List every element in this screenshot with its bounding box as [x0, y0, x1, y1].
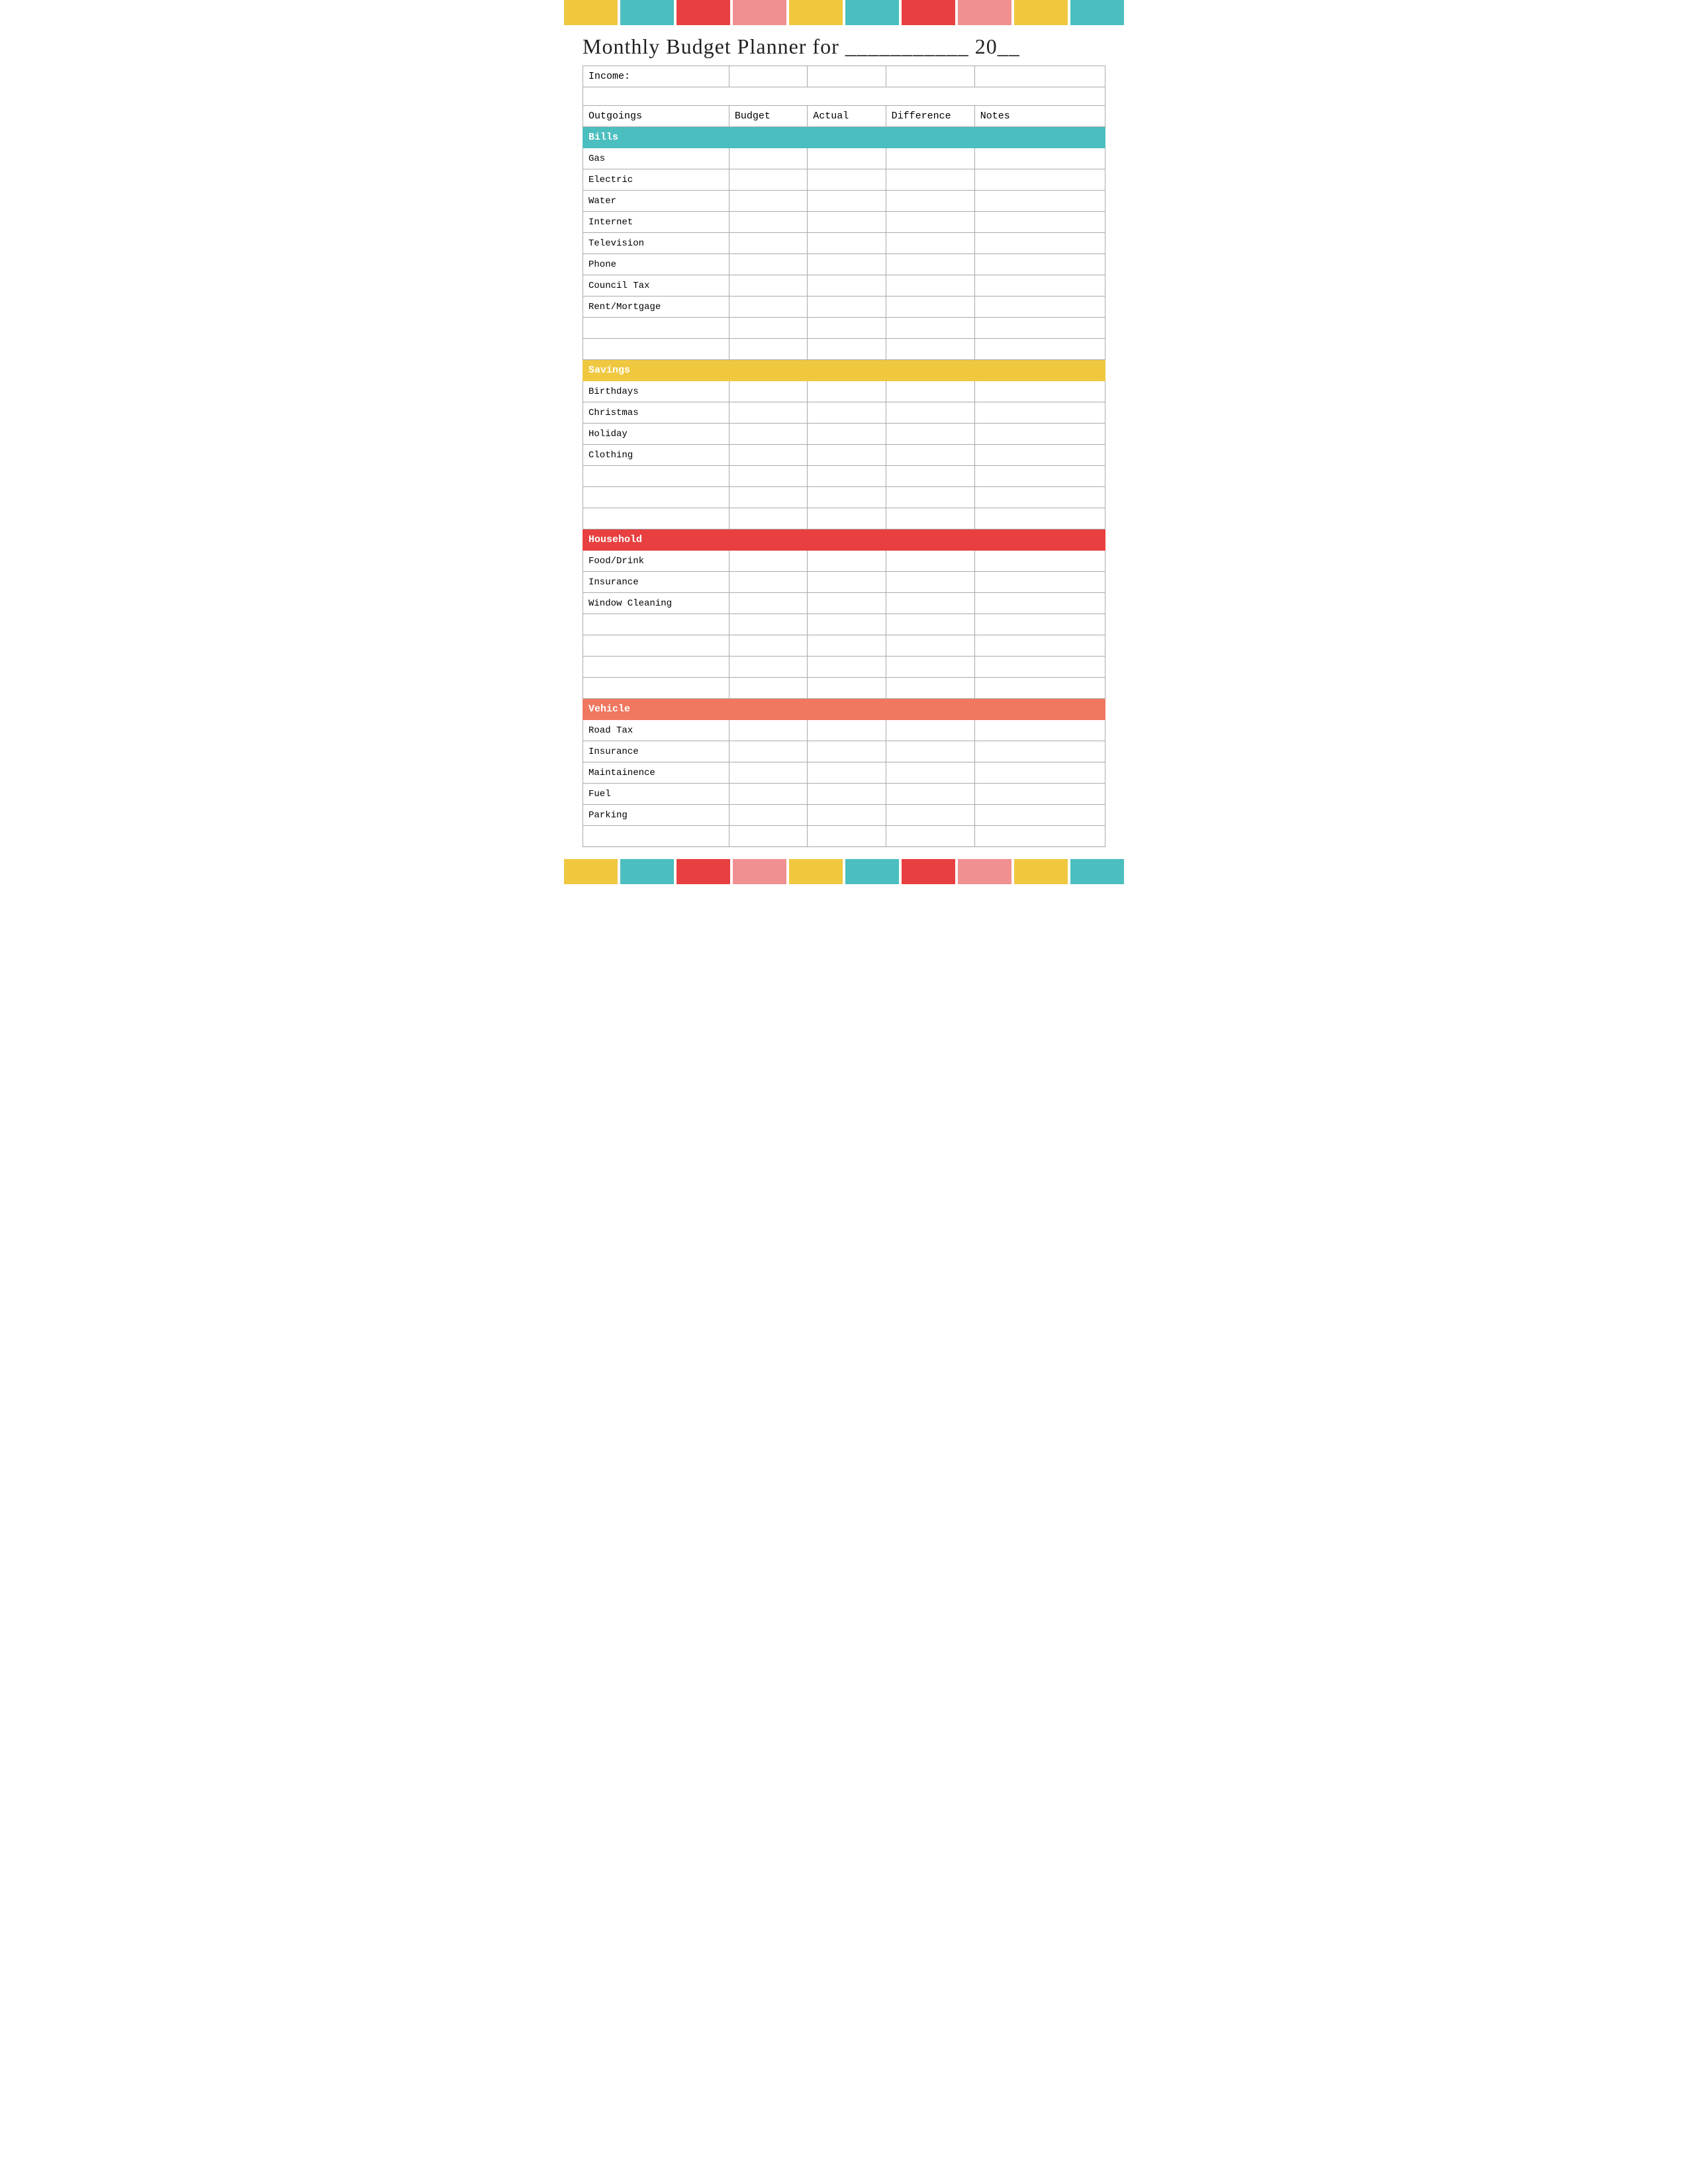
- bottom-bar-2: [620, 859, 674, 884]
- bottom-bar-6: [845, 859, 899, 884]
- row-television: Television: [583, 233, 729, 254]
- table-row: [583, 508, 1105, 529]
- row-christmas: Christmas: [583, 402, 729, 424]
- table-row: Water: [583, 191, 1105, 212]
- section-header-savings: Savings: [583, 360, 1105, 381]
- table-row: Television: [583, 233, 1105, 254]
- section-header-household: Household: [583, 529, 1105, 551]
- top-bar-8: [958, 0, 1011, 25]
- row-parking: Parking: [583, 805, 729, 826]
- income-notes: [974, 66, 1105, 87]
- table-row: Birthdays: [583, 381, 1105, 402]
- top-bar-5: [789, 0, 843, 25]
- row-phone: Phone: [583, 254, 729, 275]
- table-row: [583, 466, 1105, 487]
- table-row: Rent/Mortgage: [583, 296, 1105, 318]
- table-row: Insurance: [583, 572, 1105, 593]
- row-food-drink: Food/Drink: [583, 551, 729, 572]
- income-actual: [808, 66, 886, 87]
- row-council-tax: Council Tax: [583, 275, 729, 296]
- row-road-tax: Road Tax: [583, 720, 729, 741]
- row-birthdays: Birthdays: [583, 381, 729, 402]
- top-bar-2: [620, 0, 674, 25]
- spacer-after-income: [583, 87, 1105, 106]
- row-fuel: Fuel: [583, 784, 729, 805]
- table-row: Council Tax: [583, 275, 1105, 296]
- table-row: [583, 657, 1105, 678]
- table-row: [583, 635, 1105, 657]
- page: Monthly Budget Planner for ___________ 2…: [563, 0, 1125, 897]
- section-header-vehicle: Vehicle: [583, 699, 1105, 720]
- table-row: Holiday: [583, 424, 1105, 445]
- table-row: Insurance: [583, 741, 1105, 762]
- bottom-bar-10: [1070, 859, 1124, 884]
- top-bar-1: [564, 0, 618, 25]
- income-diff: [886, 66, 974, 87]
- bottom-bar-4: [733, 859, 786, 884]
- table-row: Gas: [583, 148, 1105, 169]
- row-rent: Rent/Mortgage: [583, 296, 729, 318]
- vehicle-label: Vehicle: [583, 699, 1105, 720]
- bottom-bar-7: [902, 859, 955, 884]
- table-row: Road Tax: [583, 720, 1105, 741]
- income-row: Income:: [583, 66, 1105, 87]
- row-holiday: Holiday: [583, 424, 729, 445]
- top-bar-9: [1014, 0, 1068, 25]
- col-header-diff: Difference: [886, 106, 974, 127]
- table-row: Christmas: [583, 402, 1105, 424]
- top-color-bars: [563, 0, 1125, 25]
- table-row: [583, 339, 1105, 360]
- row-electric: Electric: [583, 169, 729, 191]
- bills-label: Bills: [583, 127, 1105, 148]
- table-row: Clothing: [583, 445, 1105, 466]
- table-row: [583, 318, 1105, 339]
- page-title: Monthly Budget Planner for ___________ 2…: [563, 30, 1125, 66]
- row-clothing: Clothing: [583, 445, 729, 466]
- savings-label: Savings: [583, 360, 1105, 381]
- col-header-budget: Budget: [729, 106, 807, 127]
- row-internet: Internet: [583, 212, 729, 233]
- column-headers: Outgoings Budget Actual Difference Notes: [583, 106, 1105, 127]
- row-water: Water: [583, 191, 729, 212]
- table-row: Maintainence: [583, 762, 1105, 784]
- top-bar-7: [902, 0, 955, 25]
- table-row: Parking: [583, 805, 1105, 826]
- table-row: [583, 487, 1105, 508]
- household-label: Household: [583, 529, 1105, 551]
- budget-table: Income: Outgoings Budget Actual Differen…: [583, 66, 1105, 847]
- top-bar-4: [733, 0, 786, 25]
- top-bar-10: [1070, 0, 1124, 25]
- col-header-outgoings: Outgoings: [583, 106, 729, 127]
- table-row: [583, 614, 1105, 635]
- top-bar-3: [677, 0, 730, 25]
- table-row: Electric: [583, 169, 1105, 191]
- col-header-notes: Notes: [974, 106, 1105, 127]
- row-window-cleaning: Window Cleaning: [583, 593, 729, 614]
- bottom-bar-5: [789, 859, 843, 884]
- table-row: Internet: [583, 212, 1105, 233]
- bottom-bar-9: [1014, 859, 1068, 884]
- table-row: Window Cleaning: [583, 593, 1105, 614]
- row-insurance: Insurance: [583, 572, 729, 593]
- table-row: [583, 678, 1105, 699]
- income-label: Income:: [583, 66, 729, 87]
- bottom-bar-8: [958, 859, 1011, 884]
- row-vehicle-insurance: Insurance: [583, 741, 729, 762]
- table-row: Food/Drink: [583, 551, 1105, 572]
- top-bar-6: [845, 0, 899, 25]
- row-maintainence: Maintainence: [583, 762, 729, 784]
- table-row: Phone: [583, 254, 1105, 275]
- bottom-bar-3: [677, 859, 730, 884]
- row-gas: Gas: [583, 148, 729, 169]
- income-budget: [729, 66, 807, 87]
- table-row: Fuel: [583, 784, 1105, 805]
- col-header-actual: Actual: [808, 106, 886, 127]
- section-header-bills: Bills: [583, 127, 1105, 148]
- bottom-color-bars: [563, 859, 1125, 884]
- table-row: [583, 826, 1105, 847]
- bottom-bar-1: [564, 859, 618, 884]
